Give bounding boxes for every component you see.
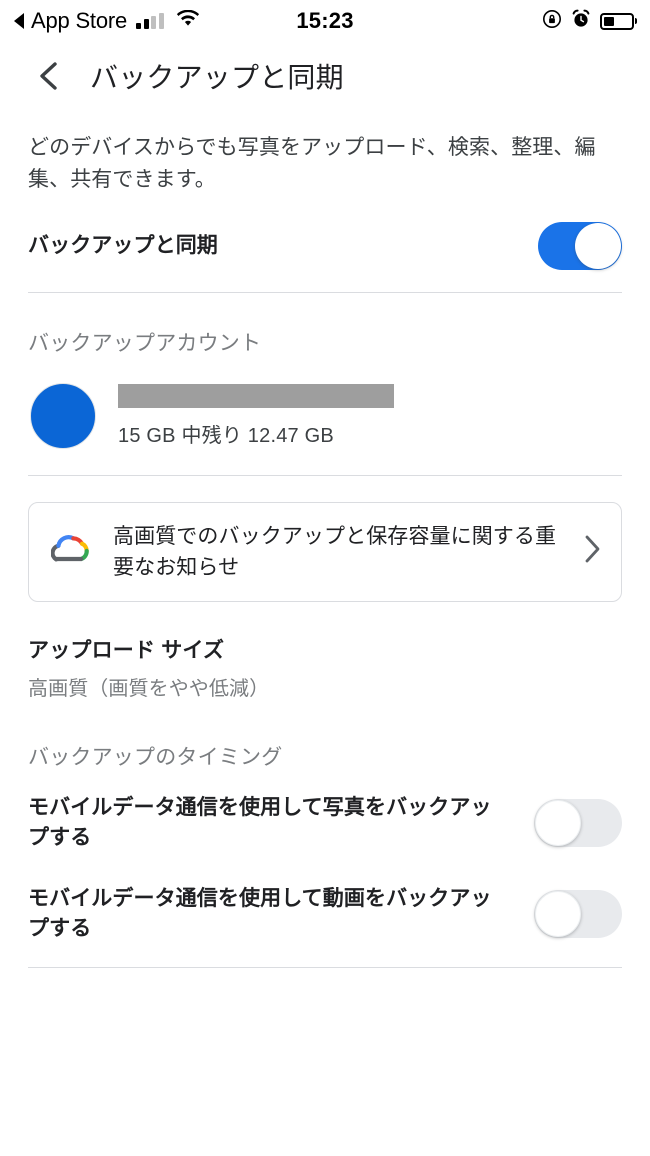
navigation-header: バックアップと同期 bbox=[0, 42, 650, 110]
rotation-lock-icon bbox=[542, 9, 562, 34]
account-name-redacted bbox=[118, 383, 394, 408]
status-bar: App Store 15:23 bbox=[0, 0, 650, 42]
backup-sync-row[interactable]: バックアップと同期 bbox=[28, 210, 622, 282]
intro-description: どのデバイスからでも写真をアップロード、検索、整理、編集、共有できます。 bbox=[28, 136, 596, 191]
back-to-app-label[interactable]: App Store bbox=[31, 10, 127, 32]
toggle-knob bbox=[575, 222, 621, 269]
mobile-data-videos-toggle[interactable] bbox=[534, 890, 622, 939]
page-title: バックアップと同期 bbox=[90, 62, 344, 93]
backup-timing-section-title: バックアップのタイミング bbox=[28, 745, 283, 769]
upload-size-title: アップロード サイズ bbox=[28, 638, 225, 662]
storage-notice-text: 高画質でのバックアップと保存容量に関する重要なお知らせ bbox=[113, 524, 557, 579]
status-bar-right bbox=[542, 9, 634, 34]
wifi-icon bbox=[176, 9, 200, 33]
backup-sync-label: バックアップと同期 bbox=[28, 233, 218, 257]
storage-notice-card[interactable]: 高画質でのバックアップと保存容量に関する重要なお知らせ bbox=[28, 501, 622, 602]
triangle-left-icon[interactable] bbox=[14, 13, 24, 29]
mobile-data-photos-toggle[interactable] bbox=[534, 799, 622, 848]
cellular-signal-icon bbox=[136, 13, 164, 29]
account-storage-text: 15 GB 中残り 12.47 GB bbox=[118, 424, 334, 447]
account-details: 15 GB 中残り 12.47 GB bbox=[118, 383, 394, 448]
toggle-knob bbox=[535, 891, 581, 938]
mobile-data-videos-label: モバイルデータ通信を使用して動画をバックアップする bbox=[28, 886, 492, 941]
backup-account-row[interactable]: 15 GB 中残り 12.47 GB bbox=[28, 357, 622, 475]
account-avatar bbox=[30, 382, 96, 449]
divider bbox=[28, 966, 622, 968]
toggle-knob bbox=[535, 800, 581, 847]
upload-size-row[interactable]: アップロード サイズ 高画質（画質をやや低減） bbox=[28, 634, 622, 701]
alarm-clock-icon bbox=[571, 9, 591, 34]
back-button[interactable] bbox=[26, 54, 70, 98]
chevron-left-icon bbox=[40, 62, 57, 90]
google-one-cloud-icon bbox=[50, 532, 93, 571]
backup-sync-toggle[interactable] bbox=[538, 221, 622, 270]
battery-icon bbox=[600, 12, 634, 30]
divider bbox=[28, 291, 622, 293]
status-bar-left: App Store bbox=[14, 9, 200, 33]
chevron-right-icon[interactable] bbox=[581, 533, 603, 570]
mobile-data-videos-row[interactable]: モバイルデータ通信を使用して動画をバックアップする bbox=[28, 862, 622, 953]
divider bbox=[28, 474, 622, 476]
settings-content: どのデバイスからでも写真をアップロード、検索、整理、編集、共有できます。 バック… bbox=[0, 132, 650, 968]
backup-account-section-title: バックアップアカウント bbox=[28, 331, 262, 355]
upload-size-value: 高画質（画質をやや低減） bbox=[28, 677, 270, 700]
mobile-data-photos-row[interactable]: モバイルデータ通信を使用して写真をバックアップする bbox=[28, 771, 622, 862]
mobile-data-photos-label: モバイルデータ通信を使用して写真をバックアップする bbox=[28, 795, 492, 850]
